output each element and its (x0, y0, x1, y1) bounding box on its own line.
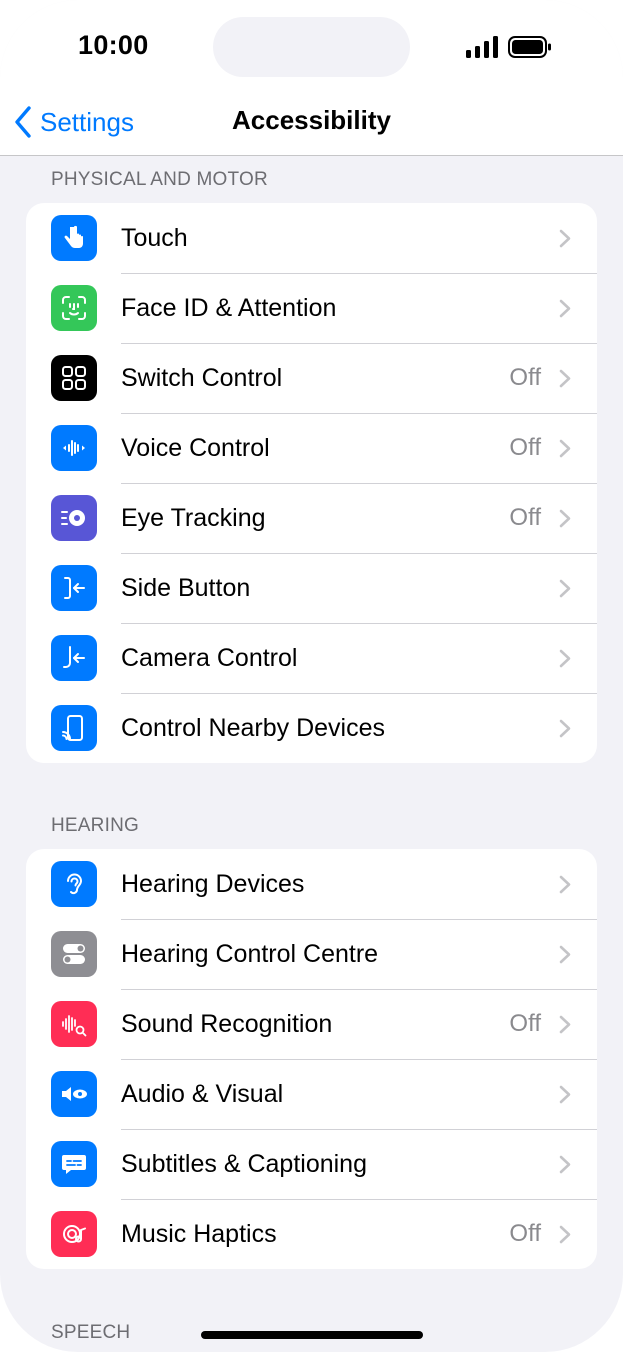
row-voice-control[interactable]: Voice Control Off (26, 413, 597, 483)
caption-bubble-icon (51, 1141, 97, 1187)
row-sound-recognition[interactable]: Sound Recognition Off (26, 989, 597, 1059)
row-label: Audio & Visual (121, 1079, 284, 1108)
hand-point-icon (51, 215, 97, 261)
face-id-icon (51, 285, 97, 331)
grid-squares-icon (51, 355, 97, 401)
row-label: Switch Control (121, 363, 283, 392)
row-label: Subtitles & Captioning (121, 1149, 367, 1178)
status-time: 10:00 (78, 30, 149, 60)
row-control-nearby-devices[interactable]: Control Nearby Devices (26, 693, 597, 763)
row-camera-control[interactable]: Camera Control (26, 623, 597, 693)
camera-control-icon (51, 635, 97, 681)
chevron-right-icon (559, 945, 571, 964)
row-label: Camera Control (121, 643, 298, 672)
row-label: Sound Recognition (121, 1009, 333, 1038)
chevron-right-icon (559, 579, 571, 598)
row-label: Side Button (121, 573, 251, 602)
row-music-haptics[interactable]: Music Haptics Off (26, 1199, 597, 1269)
row-value: Off (509, 1010, 541, 1037)
row-label: Voice Control (121, 433, 270, 462)
row-label: Hearing Devices (121, 869, 305, 898)
section-header-speech: SPEECH (51, 1322, 131, 1343)
chevron-right-icon (559, 369, 571, 388)
speaker-eye-icon (51, 1071, 97, 1117)
row-side-button[interactable]: Side Button (26, 553, 597, 623)
chevron-right-icon (559, 299, 571, 318)
ear-icon (51, 861, 97, 907)
chevron-right-icon (559, 439, 571, 458)
row-label: Eye Tracking (121, 503, 266, 532)
chevron-right-icon (559, 719, 571, 738)
section-header-physical-motor: PHYSICAL AND MOTOR (51, 169, 268, 190)
screen: 10:00 Settings Accessibility PHYSICAL AN… (0, 0, 623, 1352)
row-label: Touch (121, 223, 188, 252)
toggles-icon (51, 931, 97, 977)
section-header-hearing: HEARING (51, 815, 139, 836)
dynamic-island (213, 17, 410, 77)
music-haptics-icon (51, 1211, 97, 1257)
sound-search-icon (51, 1001, 97, 1047)
chevron-right-icon (559, 1155, 571, 1174)
row-value: Off (509, 504, 541, 531)
row-label: Hearing Control Centre (121, 939, 379, 968)
row-touch[interactable]: Touch (26, 203, 597, 273)
row-label: Music Haptics (121, 1219, 277, 1248)
row-label: Face ID & Attention (121, 293, 337, 322)
settings-group-physical-motor: Touch Face ID & Attention Switch Control… (26, 203, 597, 763)
nearby-devices-icon (51, 705, 97, 751)
row-value: Off (509, 1220, 541, 1247)
chevron-right-icon (559, 229, 571, 248)
row-subtitles-captioning[interactable]: Subtitles & Captioning (26, 1129, 597, 1199)
battery-icon (508, 36, 551, 58)
chevron-right-icon (559, 1015, 571, 1034)
cellular-signal-icon (466, 36, 498, 58)
settings-group-hearing: Hearing Devices Hearing Control Centre S… (26, 849, 597, 1269)
side-button-icon (51, 565, 97, 611)
status-bar: 10:00 (0, 0, 623, 96)
row-hearing-control-centre[interactable]: Hearing Control Centre (26, 919, 597, 989)
chevron-right-icon (559, 649, 571, 668)
chevron-right-icon (559, 1085, 571, 1104)
chevron-right-icon (559, 875, 571, 894)
chevron-right-icon (559, 1225, 571, 1244)
eye-tracking-icon (51, 495, 97, 541)
row-hearing-devices[interactable]: Hearing Devices (26, 849, 597, 919)
waveform-icon (51, 425, 97, 471)
navigation-bar: Settings Accessibility (0, 96, 623, 156)
row-eye-tracking[interactable]: Eye Tracking Off (26, 483, 597, 553)
row-switch-control[interactable]: Switch Control Off (26, 343, 597, 413)
row-label: Control Nearby Devices (121, 713, 385, 742)
row-value: Off (509, 434, 541, 461)
row-face-id-attention[interactable]: Face ID & Attention (26, 273, 597, 343)
page-title: Accessibility (232, 105, 391, 135)
row-audio-visual[interactable]: Audio & Visual (26, 1059, 597, 1129)
chevron-right-icon (559, 509, 571, 528)
row-value: Off (509, 364, 541, 391)
home-indicator[interactable] (201, 1331, 423, 1339)
